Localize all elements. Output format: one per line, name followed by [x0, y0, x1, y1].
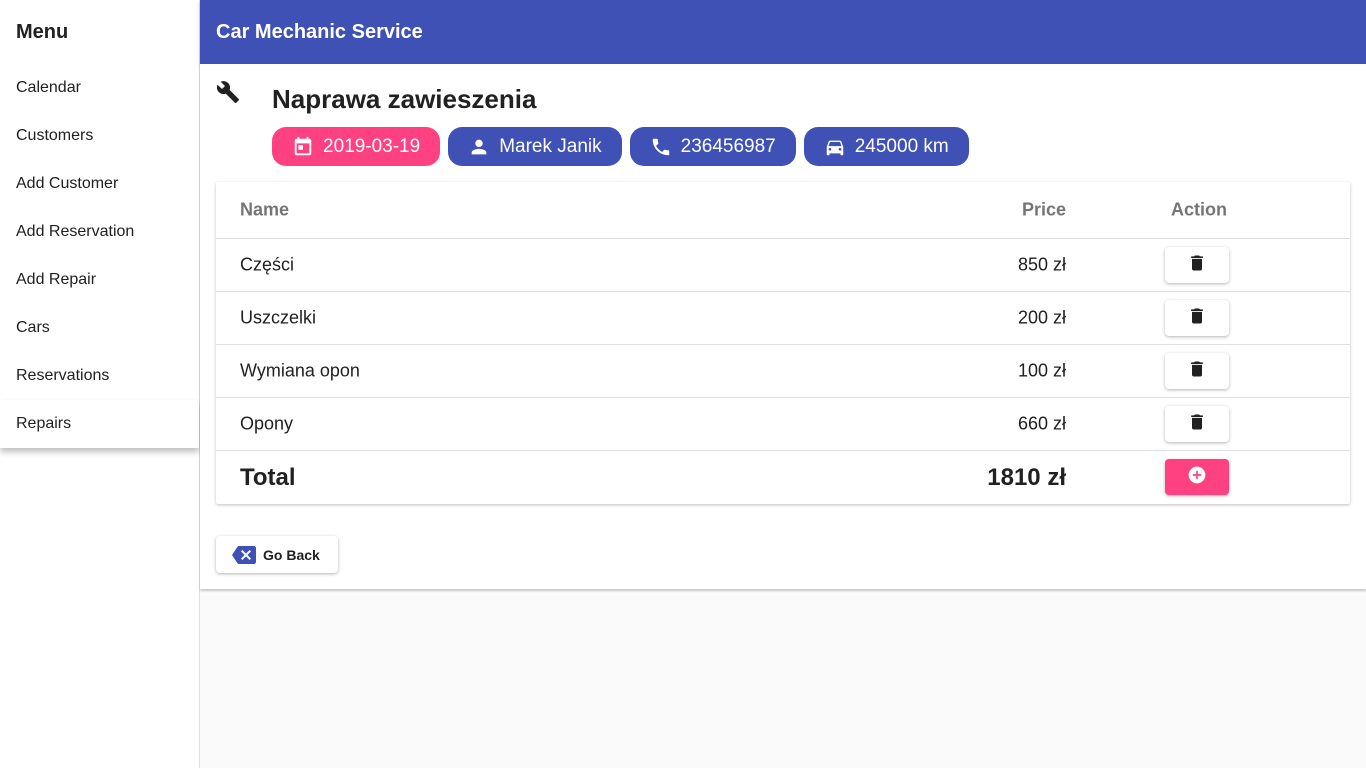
table-row: Opony 660 zł: [216, 398, 1350, 451]
delete-item-button[interactable]: [1165, 406, 1229, 442]
item-name: Uszczelki: [240, 307, 317, 328]
date-chip[interactable]: 2019-03-19: [272, 127, 441, 166]
wrench-icon: [216, 80, 240, 104]
item-price: 850 zł: [1017, 254, 1066, 275]
sidebar: Menu Calendar Customers Add Customer Add…: [0, 0, 200, 768]
sidebar-title: Menu: [16, 20, 69, 43]
item-price: 200 zł: [1017, 307, 1066, 328]
sidebar-item-customers[interactable]: Customers: [0, 112, 199, 160]
sidebar-item-repairs[interactable]: Repairs: [0, 400, 199, 448]
column-header-price[interactable]: Price: [1022, 200, 1066, 221]
customer-chip[interactable]: Marek Janik: [448, 127, 622, 166]
add-circle-icon: [1187, 465, 1207, 490]
table-row: Uszczelki 200 zł: [216, 292, 1350, 345]
item-name: Opony: [240, 413, 294, 434]
car-icon: [824, 136, 846, 158]
sidebar-item-reservations[interactable]: Reservations: [0, 352, 199, 400]
sidebar-item-add-repair[interactable]: Add Repair: [0, 256, 199, 304]
trash-icon: [1187, 306, 1207, 331]
column-header-action: Action: [1171, 199, 1227, 220]
backspace-icon: [232, 545, 256, 564]
column-header-name[interactable]: Name: [240, 200, 289, 221]
date-chip-label: 2019-03-19: [323, 135, 421, 157]
mileage-chip[interactable]: 245000 km: [803, 127, 969, 166]
delete-item-button[interactable]: [1165, 247, 1229, 283]
total-label: Total: [240, 463, 296, 491]
phone-chip-label: 236456987: [680, 135, 776, 157]
item-price: 100 zł: [1017, 360, 1066, 381]
delete-item-button[interactable]: [1165, 300, 1229, 336]
sidebar-item-cars[interactable]: Cars: [0, 304, 199, 352]
app-bar: Car Mechanic Service: [200, 0, 1366, 64]
person-icon: [468, 136, 490, 158]
table-total-row: Total 1810 zł: [216, 451, 1350, 504]
repair-items-table: Name Price Action Części 850 zł Uszczelk…: [216, 182, 1350, 504]
sidebar-item-calendar[interactable]: Calendar: [0, 64, 199, 112]
item-name: Części: [240, 254, 295, 275]
delete-item-button[interactable]: [1165, 353, 1229, 389]
app-title: Car Mechanic Service: [216, 20, 423, 43]
phone-icon: [650, 136, 672, 158]
table-row: Wymiana opon 100 zł: [216, 345, 1350, 398]
calendar-icon: [292, 136, 314, 158]
repair-title: Naprawa zawieszenia: [272, 84, 537, 114]
trash-icon: [1187, 412, 1207, 437]
total-price: 1810 zł: [987, 463, 1066, 491]
sidebar-item-add-reservation[interactable]: Add Reservation: [0, 208, 199, 256]
add-item-button[interactable]: [1165, 459, 1229, 495]
phone-chip[interactable]: 236456987: [629, 127, 796, 166]
trash-icon: [1187, 359, 1207, 384]
sidebar-item-add-customer[interactable]: Add Customer: [0, 160, 199, 208]
table-row: Części 850 zł: [216, 239, 1350, 292]
table-header-row: Name Price Action: [216, 182, 1350, 239]
customer-chip-label: Marek Janik: [499, 135, 602, 157]
trash-icon: [1187, 253, 1207, 278]
repair-detail-card: Naprawa zawieszenia 2019-03-19 Marek Jan…: [200, 64, 1366, 589]
go-back-button[interactable]: Go Back: [216, 536, 338, 573]
item-name: Wymiana opon: [240, 360, 360, 381]
go-back-label: Go Back: [263, 546, 320, 563]
repair-info-chips: 2019-03-19 Marek Janik 236456987 245000 …: [272, 127, 969, 166]
item-price: 660 zł: [1017, 413, 1066, 434]
mileage-chip-label: 245000 km: [854, 135, 949, 157]
